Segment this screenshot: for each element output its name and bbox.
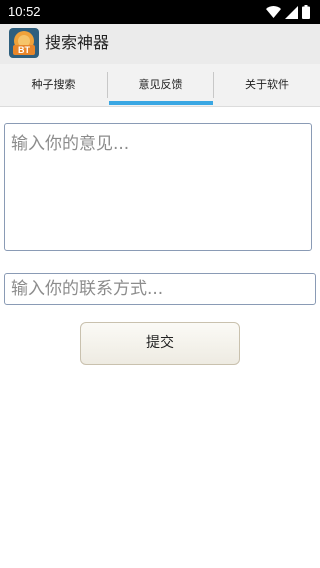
- battery-icon: [302, 5, 310, 19]
- wifi-icon: [266, 6, 281, 18]
- tab-bar: 种子搜索 意见反馈 关于软件: [0, 64, 320, 107]
- tab-feedback[interactable]: 意见反馈: [107, 64, 214, 106]
- tab-selected-indicator: [109, 101, 213, 105]
- status-icons: [266, 4, 310, 20]
- status-time: 10:52: [8, 4, 41, 19]
- app-logo-icon: BT: [9, 28, 39, 58]
- feedback-input[interactable]: [4, 123, 312, 251]
- status-bar: 10:52: [0, 0, 320, 24]
- signal-icon: [285, 5, 298, 19]
- app-title: 搜索神器: [45, 33, 110, 52]
- tab-seed-search[interactable]: 种子搜索: [0, 64, 107, 106]
- tab-about[interactable]: 关于软件: [214, 64, 320, 106]
- contact-input[interactable]: [4, 273, 316, 305]
- action-bar: BT 搜索神器: [0, 24, 320, 64]
- submit-button[interactable]: 提交: [80, 322, 240, 365]
- app-logo-text: BT: [18, 45, 30, 55]
